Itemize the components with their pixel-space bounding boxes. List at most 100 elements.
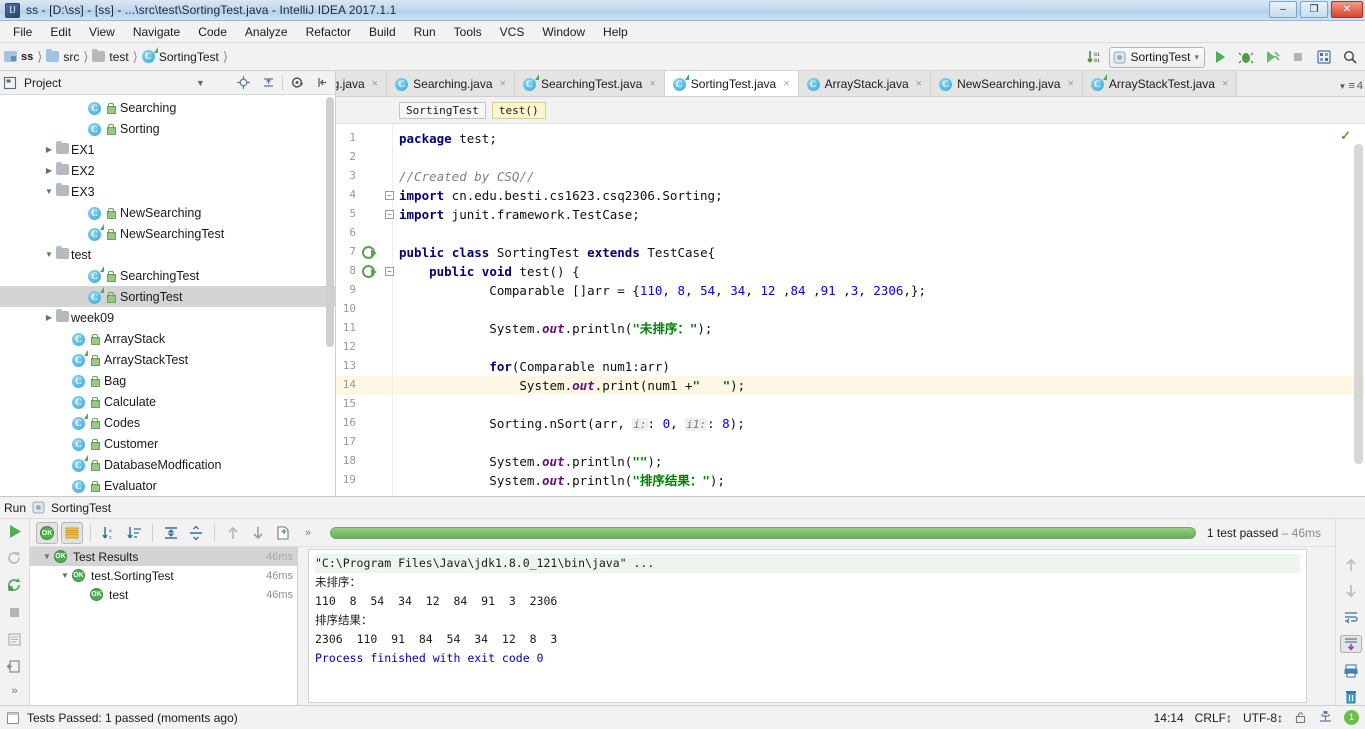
- breadcrumb-item-sortingtest[interactable]: SortingTest: [159, 50, 219, 64]
- run-test-gutter-icon[interactable]: [362, 246, 377, 262]
- run-configuration-selector[interactable]: SortingTest ▾: [1109, 46, 1205, 68]
- menu-analyze[interactable]: Analyze: [236, 23, 297, 41]
- breadcrumb-item-src[interactable]: src: [63, 50, 79, 64]
- tree-expander-closed-icon[interactable]: ▶: [42, 139, 56, 160]
- close-icon[interactable]: ×: [372, 78, 378, 90]
- restore-layout-icon[interactable]: [4, 658, 26, 675]
- editor-tab-searchingtest-java[interactable]: C SearchingTest.java ×: [514, 71, 665, 96]
- notification-badge[interactable]: 1: [1344, 710, 1359, 725]
- run-window-config-name[interactable]: SortingTest: [51, 501, 111, 515]
- editor-tab-arraystack-java[interactable]: C ArrayStack.java ×: [798, 71, 932, 96]
- project-tree-item-codes[interactable]: ▶CCodes: [0, 412, 335, 433]
- menu-navigate[interactable]: Navigate: [124, 23, 189, 41]
- chevron-down-icon[interactable]: ▼: [196, 78, 205, 88]
- encoding-indicator[interactable]: UTF-8↕: [1243, 711, 1283, 725]
- test-tree-item-test[interactable]: ▶OKtest46ms: [30, 585, 297, 604]
- tree-expander-open-icon[interactable]: ▼: [42, 244, 56, 265]
- editor-tab-searching-java[interactable]: C Searching.java ×: [387, 71, 515, 96]
- editor-tab-strip[interactable]: ng.java×CSearching.java×CSearchingTest.j…: [336, 71, 1365, 97]
- test-tree-item-test-results[interactable]: ▼ OK Test Results 46ms: [30, 547, 297, 566]
- menu-help[interactable]: Help: [594, 23, 637, 41]
- project-tree-item-arraystack[interactable]: ▶CArrayStack: [0, 328, 335, 349]
- print-icon[interactable]: [1340, 663, 1362, 679]
- close-icon[interactable]: ×: [783, 78, 789, 90]
- tree-expander-closed-icon[interactable]: ▶: [42, 160, 56, 181]
- close-icon[interactable]: ×: [1067, 78, 1073, 90]
- export-icon[interactable]: [272, 522, 294, 544]
- sort-numeric-icon[interactable]: 01 01: [1083, 46, 1105, 68]
- project-tree-item-sortingtest[interactable]: ▶CSortingTest: [0, 286, 335, 307]
- menu-vcs[interactable]: VCS: [491, 23, 534, 41]
- project-tree-scrollbar[interactable]: [326, 97, 334, 347]
- close-icon[interactable]: ×: [649, 78, 655, 90]
- vcs-icon[interactable]: [1318, 710, 1333, 725]
- menu-window[interactable]: Window: [533, 23, 594, 41]
- chevron-down-icon[interactable]: ▼: [1339, 82, 1347, 91]
- project-tree-item-calculate[interactable]: ▶CCalculate: [0, 391, 335, 412]
- menu-file[interactable]: File: [4, 23, 41, 41]
- chevron-down-icon[interactable]: ▾: [1194, 52, 1199, 63]
- rerun-icon[interactable]: [4, 523, 26, 540]
- menu-refactor[interactable]: Refactor: [297, 23, 360, 41]
- show-passed-icon[interactable]: OK: [36, 521, 58, 544]
- project-tree-item-bag[interactable]: ▶CBag: [0, 370, 335, 391]
- test-results-tree[interactable]: ▼ OK Test Results 46ms ▼ OK test.SortingTest 46…: [30, 547, 298, 705]
- project-tree-item-week09[interactable]: ▶ week09: [0, 307, 335, 328]
- project-tree[interactable]: ▶CSearching▶CSorting▶EX1▶EX2▼EX3▶CNewSea…: [0, 95, 335, 496]
- project-tree-item-searching[interactable]: ▶CSearching: [0, 97, 335, 118]
- tab-list-icon[interactable]: ≡: [1348, 80, 1354, 92]
- wrap-text-icon[interactable]: [1340, 609, 1362, 625]
- code-lines[interactable]: package test; //Created by CSQ// import cn…: [393, 124, 1365, 496]
- locate-icon[interactable]: [232, 72, 254, 94]
- project-tree-item-evaluator[interactable]: ▶CEvaluator: [0, 475, 335, 496]
- editor-tab-arraystacktest-java[interactable]: C ArrayStackTest.java ×: [1082, 71, 1238, 96]
- editor-tab-ng-java[interactable]: ng.java ×: [336, 71, 388, 96]
- project-tree-item-newsearching[interactable]: ▶CNewSearching: [0, 202, 335, 223]
- build-project-icon[interactable]: [1313, 46, 1335, 68]
- breadcrumb-item-ss[interactable]: ss: [21, 51, 33, 63]
- editor-tab-newsearching-java[interactable]: C NewSearching.java ×: [931, 71, 1083, 96]
- settings-gear-icon[interactable]: ▾: [286, 72, 308, 94]
- close-icon[interactable]: ×: [500, 78, 506, 90]
- project-tree-item-searchingtest[interactable]: ▶CSearchingTest: [0, 265, 335, 286]
- trash-icon[interactable]: [1340, 689, 1362, 705]
- close-icon[interactable]: ×: [916, 78, 922, 90]
- line-separator-indicator[interactable]: CRLF↕: [1195, 711, 1232, 725]
- run-icon[interactable]: [1209, 46, 1231, 68]
- tree-expander-closed-icon[interactable]: ▶: [42, 307, 56, 328]
- editor-tabs-overflow[interactable]: ▼ ≡ 4: [1339, 80, 1363, 92]
- menu-build[interactable]: Build: [360, 23, 405, 41]
- more-icon[interactable]: »: [4, 685, 26, 697]
- project-tree-item-ex3[interactable]: ▼ EX3: [0, 181, 335, 202]
- code-editor[interactable]: 1 2 3 4 5 6 7 8 9 10 11 12 13 14 15 16 17 18 19− − − package…: [336, 124, 1365, 496]
- editor-scrollbar[interactable]: [1354, 144, 1363, 464]
- tree-expander-open-icon[interactable]: ▼: [40, 546, 54, 567]
- menu-run[interactable]: Run: [405, 23, 445, 41]
- run-coverage-icon[interactable]: [1261, 46, 1283, 68]
- breadcrumb-item-test[interactable]: test: [109, 50, 128, 64]
- menu-code[interactable]: Code: [189, 23, 236, 41]
- lock-icon[interactable]: [1294, 711, 1307, 724]
- expand-all-icon[interactable]: [160, 522, 182, 544]
- menu-tools[interactable]: Tools: [445, 23, 491, 41]
- show-ignored-icon[interactable]: [61, 521, 83, 544]
- scroll-to-end-icon[interactable]: [1339, 635, 1362, 653]
- test-tree-item-test-sortingtest[interactable]: ▼ OK test.SortingTest 46ms: [30, 566, 297, 585]
- inspections-ok-icon[interactable]: ✓: [1340, 128, 1351, 144]
- project-tree-item-customer[interactable]: ▶CCustomer: [0, 433, 335, 454]
- project-tree-item-ex2[interactable]: ▶ EX2: [0, 160, 335, 181]
- expand-collapse-icon[interactable]: [257, 72, 279, 94]
- sort-by-duration-icon[interactable]: [123, 522, 145, 544]
- tree-expander-open-icon[interactable]: ▼: [42, 181, 56, 202]
- search-everywhere-icon[interactable]: [1339, 46, 1361, 68]
- project-tree-item-ex1[interactable]: ▶ EX1: [0, 139, 335, 160]
- tree-expander-open-icon[interactable]: ▼: [58, 565, 72, 586]
- breadcrumb-method[interactable]: test(): [491, 101, 546, 119]
- project-tree-item-newsearchingtest[interactable]: ▶CNewSearchingTest: [0, 223, 335, 244]
- project-tree-item-arraystacktest[interactable]: ▶CArrayStackTest: [0, 349, 335, 370]
- breadcrumb-class[interactable]: SortingTest: [399, 101, 486, 119]
- project-tree-item-databasemodfication[interactable]: ▶CDatabaseModfication: [0, 454, 335, 475]
- editor-gutter[interactable]: 1 2 3 4 5 6 7 8 9 10 11 12 13 14 15 16 17 18 19− − −: [336, 124, 394, 496]
- collapse-all-icon[interactable]: [185, 522, 207, 544]
- console-output[interactable]: "C:\Program Files\Java\jdk1.8.0_121\bin\…: [308, 549, 1307, 703]
